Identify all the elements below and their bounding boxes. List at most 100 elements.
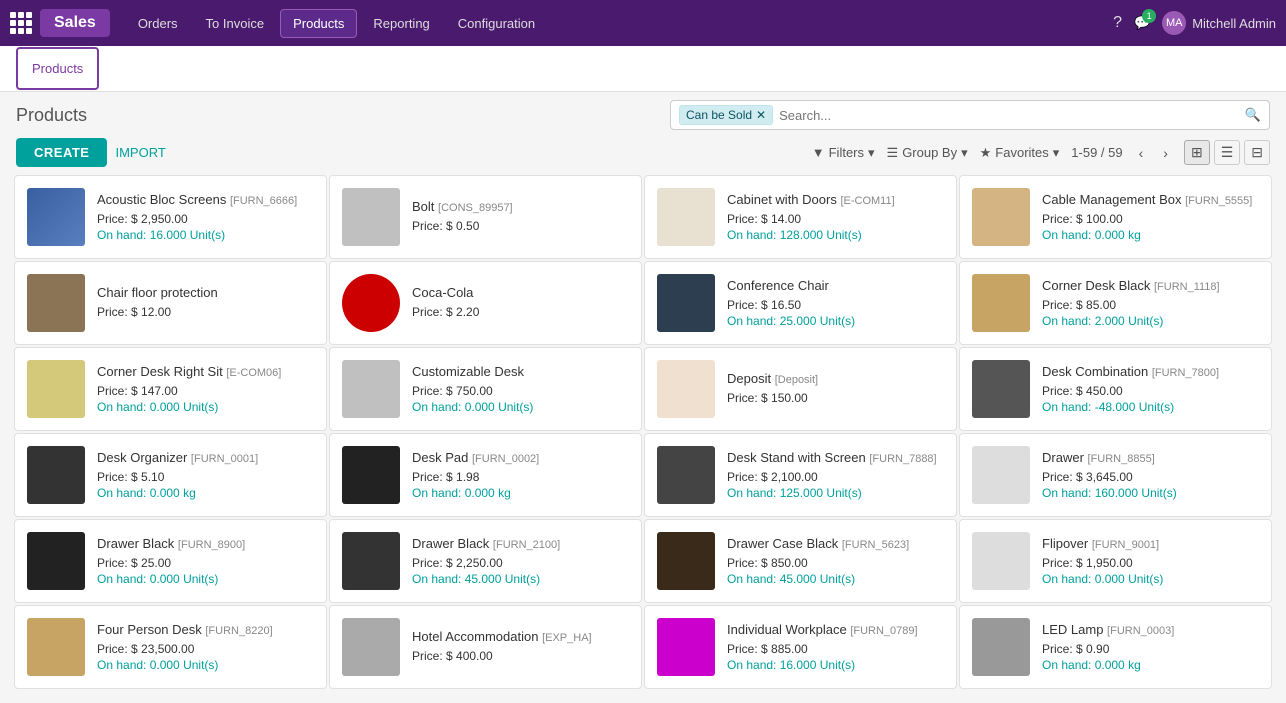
product-thumbnail [657,618,715,676]
product-card[interactable]: Acoustic Bloc Screens [FURN_6666]Price: … [14,175,327,259]
filter-tag-label: Can be Sold [686,108,752,122]
product-thumbnail [972,446,1030,504]
user-menu[interactable]: MA Mitchell Admin [1162,11,1276,35]
product-card[interactable]: Corner Desk Right Sit [E-COM06]Price: $ … [14,347,327,431]
product-price: Price: $ 885.00 [727,642,944,656]
product-info: Cable Management Box [FURN_5555]Price: $… [1042,192,1259,242]
product-thumbnail [342,618,400,676]
search-icon[interactable]: 🔍 [1245,107,1261,123]
filters-button[interactable]: ▼ Filters ▾ [812,145,875,161]
groupby-button[interactable]: ☰ Group By ▾ [887,145,968,161]
product-card[interactable]: Drawer [FURN_8855]Price: $ 3,645.00On ha… [959,433,1272,517]
product-info: Corner Desk Right Sit [E-COM06]Price: $ … [97,364,314,414]
list-view-button[interactable]: ☰ [1214,140,1241,165]
view-toggle: ⊞ ☰ ⊟ [1184,140,1270,165]
page-header: Products Can be Sold ✕ 🔍 [0,92,1286,134]
product-price: Price: $ 1.98 [412,470,629,484]
product-card[interactable]: Chair floor protectionPrice: $ 12.00 [14,261,327,345]
product-price: Price: $ 450.00 [1042,384,1259,398]
nav-orders[interactable]: Orders [126,10,190,37]
product-price: Price: $ 2,950.00 [97,212,314,226]
product-name: Four Person Desk [FURN_8220] [97,622,314,639]
product-price: Price: $ 5.10 [97,470,314,484]
top-navbar: Sales Orders To Invoice Products Reporti… [0,0,1286,46]
product-price: Price: $ 16.50 [727,298,944,312]
product-price: Price: $ 3,645.00 [1042,470,1259,484]
product-thumbnail [342,274,400,332]
product-card[interactable]: Cabinet with Doors [E-COM11]Price: $ 14.… [644,175,957,259]
product-card[interactable]: Bolt [CONS_89957]Price: $ 0.50 [329,175,642,259]
product-stock: On hand: 128.000 Unit(s) [727,228,944,242]
nav-products[interactable]: Products [280,9,357,38]
product-card[interactable]: Coca-ColaPrice: $ 2.20 [329,261,642,345]
product-stock: On hand: 0.000 kg [1042,228,1259,242]
product-stock: On hand: 0.000 Unit(s) [97,658,314,672]
apps-grid-icon[interactable] [10,12,32,34]
product-card[interactable]: Customizable DeskPrice: $ 750.00On hand:… [329,347,642,431]
product-stock: On hand: 0.000 kg [97,486,314,500]
product-stock: On hand: 2.000 Unit(s) [1042,314,1259,328]
filter-tag-can-be-sold[interactable]: Can be Sold ✕ [679,105,773,125]
product-stock: On hand: -48.000 Unit(s) [1042,400,1259,414]
grid-view-button[interactable]: ⊞ [1184,140,1210,165]
navbar-right-actions: ? 💬 1 MA Mitchell Admin [1113,11,1276,35]
product-card[interactable]: Flipover [FURN_9001]Price: $ 1,950.00On … [959,519,1272,603]
product-card[interactable]: Desk Organizer [FURN_0001]Price: $ 5.10O… [14,433,327,517]
filter-tag-close[interactable]: ✕ [756,108,766,122]
product-thumbnail [972,274,1030,332]
product-card[interactable]: Desk Pad [FURN_0002]Price: $ 1.98On hand… [329,433,642,517]
help-icon[interactable]: ? [1113,14,1122,32]
product-card[interactable]: Deposit [Deposit]Price: $ 150.00 [644,347,957,431]
product-name: LED Lamp [FURN_0003] [1042,622,1259,639]
product-thumbnail [27,274,85,332]
nav-configuration[interactable]: Configuration [446,10,547,37]
product-card[interactable]: Cable Management Box [FURN_5555]Price: $… [959,175,1272,259]
create-button[interactable]: CREATE [16,138,107,167]
product-name: Drawer Case Black [FURN_5623] [727,536,944,553]
product-info: Desk Combination [FURN_7800]Price: $ 450… [1042,364,1259,414]
product-card[interactable]: Drawer Black [FURN_2100]Price: $ 2,250.0… [329,519,642,603]
apps-menu[interactable] [10,12,32,34]
sub-nav-products[interactable]: Products [16,47,99,90]
next-page-button[interactable]: › [1159,143,1172,163]
product-card[interactable]: Drawer Case Black [FURN_5623]Price: $ 85… [644,519,957,603]
product-info: Cabinet with Doors [E-COM11]Price: $ 14.… [727,192,944,242]
main-nav-menu: Orders To Invoice Products Reporting Con… [126,9,1113,38]
pagination-info: 1-59 / 59 [1071,145,1122,160]
product-card[interactable]: Conference ChairPrice: $ 16.50On hand: 2… [644,261,957,345]
filters-chevron: ▾ [868,145,875,161]
product-thumbnail [972,532,1030,590]
product-thumbnail [27,618,85,676]
product-stock: On hand: 125.000 Unit(s) [727,486,944,500]
pivot-view-button[interactable]: ⊟ [1244,140,1270,165]
product-card[interactable]: Drawer Black [FURN_8900]Price: $ 25.00On… [14,519,327,603]
product-card[interactable]: Corner Desk Black [FURN_1118]Price: $ 85… [959,261,1272,345]
product-card[interactable]: Individual Workplace [FURN_0789]Price: $… [644,605,957,689]
product-stock: On hand: 45.000 Unit(s) [412,572,629,586]
product-card[interactable]: Hotel Accommodation [EXP_HA]Price: $ 400… [329,605,642,689]
brand-logo[interactable]: Sales [40,9,110,37]
favorites-button[interactable]: ★ Favorites ▾ [980,145,1060,161]
product-name: Coca-Cola [412,285,629,302]
nav-reporting[interactable]: Reporting [361,10,441,37]
product-card[interactable]: Four Person Desk [FURN_8220] Price: $ 23,… [14,605,327,689]
notifications-icon[interactable]: 💬 1 [1134,15,1150,31]
product-price: Price: $ 23,500.00 [97,642,314,656]
product-card[interactable]: LED Lamp [FURN_0003]Price: $ 0.90On hand… [959,605,1272,689]
product-info: Desk Pad [FURN_0002]Price: $ 1.98On hand… [412,450,629,500]
nav-to-invoice[interactable]: To Invoice [194,10,277,37]
product-info: Bolt [CONS_89957]Price: $ 0.50 [412,199,629,235]
product-name: Corner Desk Black [FURN_1118] [1042,278,1259,295]
product-price: Price: $ 2,100.00 [727,470,944,484]
star-icon: ★ [980,145,992,161]
import-button[interactable]: IMPORT [115,145,165,160]
product-card[interactable]: Desk Stand with Screen [FURN_7888]Price:… [644,433,957,517]
product-card[interactable]: Desk Combination [FURN_7800]Price: $ 450… [959,347,1272,431]
product-info: Desk Organizer [FURN_0001]Price: $ 5.10O… [97,450,314,500]
product-thumbnail [972,188,1030,246]
product-name: Desk Pad [FURN_0002] [412,450,629,467]
product-price: Price: $ 750.00 [412,384,629,398]
search-input[interactable] [779,108,1245,123]
prev-page-button[interactable]: ‹ [1135,143,1148,163]
product-name: Drawer Black [FURN_8900] [97,536,314,553]
